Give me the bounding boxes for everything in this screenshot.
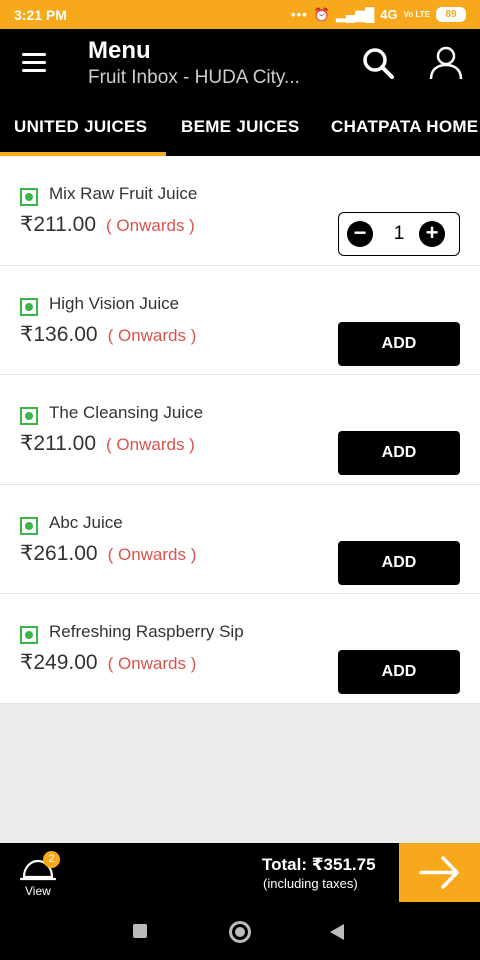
home-icon[interactable] xyxy=(229,921,251,943)
onwards-note: ( Onwards ) xyxy=(107,654,197,673)
price-value: ₹211.00 xyxy=(20,432,97,455)
quantity-value: 1 xyxy=(393,223,405,244)
add-button[interactable]: ADD xyxy=(338,540,460,585)
volte-badge: Vo LTE xyxy=(403,10,430,19)
add-button[interactable]: ADD xyxy=(338,321,460,366)
list-item: High Vision Juice ₹136.00 ( Onwards ) ADD xyxy=(0,265,480,375)
price-value: ₹211.00 xyxy=(20,213,97,236)
user-icon[interactable] xyxy=(428,45,464,81)
item-price: ₹211.00 ( Onwards ) xyxy=(20,431,195,456)
category-tabs: UNITED JUICES BEME JUICES CHATPATA HOME xyxy=(0,100,480,156)
add-button[interactable]: ADD xyxy=(338,431,460,475)
item-name: High Vision Juice xyxy=(49,293,180,313)
item-name: Mix Raw Fruit Juice xyxy=(49,184,198,203)
taxes-note: (including taxes) xyxy=(263,876,358,891)
veg-icon xyxy=(20,297,38,316)
item-name: Refreshing Raspberry Sip xyxy=(49,622,244,641)
item-name: The Cleansing Juice xyxy=(49,403,204,422)
app-bar: Menu Fruit Inbox - HUDA City... xyxy=(0,29,480,100)
price-value: ₹249.00 xyxy=(20,651,98,674)
plus-icon[interactable]: + xyxy=(419,221,445,247)
list-item: Refreshing Raspberry Sip ₹249.00 ( Onward… xyxy=(0,594,480,704)
add-button[interactable]: ADD xyxy=(338,650,460,694)
onwards-note: ( Onwards ) xyxy=(107,325,197,345)
system-nav-bar xyxy=(0,902,480,960)
list-item: Mix Raw Fruit Juice ₹211.00 ( Onwards ) −… xyxy=(0,156,480,266)
quantity-stepper: − 1 + xyxy=(338,212,460,256)
back-icon[interactable] xyxy=(330,924,344,940)
menu-icon[interactable] xyxy=(22,53,46,73)
item-name: Abc Juice xyxy=(49,512,123,532)
list-item: The Cleansing Juice ₹211.00 ( Onwards ) A… xyxy=(0,375,480,485)
onwards-note: ( Onwards ) xyxy=(106,435,195,454)
notification-dots-icon: ••• xyxy=(291,7,308,22)
item-price: ₹211.00 ( Onwards ) xyxy=(20,212,195,237)
battery-icon: 89 xyxy=(436,7,466,22)
restaurant-subtitle[interactable]: Fruit Inbox - HUDA City... xyxy=(88,67,338,89)
cart-bar: 2 View Total: ₹351.75 (including taxes) xyxy=(0,843,480,902)
network-type: 4G xyxy=(380,7,398,22)
tab-united-juices[interactable]: UNITED JUICES xyxy=(0,100,166,156)
checkout-button[interactable] xyxy=(399,843,480,902)
tab-beme-juices[interactable]: BEME JUICES xyxy=(181,100,300,156)
item-price: ₹261.00 ( Onwards ) xyxy=(20,541,196,566)
onwards-note: ( Onwards ) xyxy=(106,216,195,235)
menu-item-list: Mix Raw Fruit Juice ₹211.00 ( Onwards ) −… xyxy=(0,156,480,704)
price-value: ₹261.00 xyxy=(20,541,98,565)
search-icon[interactable] xyxy=(360,45,396,81)
arrow-right-icon xyxy=(419,856,459,889)
veg-icon xyxy=(20,626,38,644)
signal-icon: ▂▄▆█ xyxy=(335,6,375,22)
recent-apps-icon[interactable] xyxy=(133,924,147,938)
minus-icon[interactable]: − xyxy=(347,221,373,247)
status-bar: 3:21 PM ••• ⏰ ▂▄▆█ 4G Vo LTE 89 xyxy=(0,0,480,29)
status-time: 3:21 PM xyxy=(14,6,67,23)
veg-icon xyxy=(20,516,38,535)
view-label[interactable]: View xyxy=(25,884,51,898)
cart-total: Total: ₹351.75 xyxy=(262,855,376,874)
list-item: Abc Juice ₹261.00 ( Onwards ) ADD xyxy=(0,484,480,594)
cart-count-badge: 2 xyxy=(43,851,60,868)
page-title: Menu xyxy=(88,37,151,64)
status-icons: ••• ⏰ ▂▄▆█ 4G Vo LTE 89 xyxy=(291,7,466,23)
item-price: ₹136.00 ( Onwards ) xyxy=(20,322,196,347)
tab-chatpata-home[interactable]: CHATPATA HOME xyxy=(331,100,478,156)
price-value: ₹136.00 xyxy=(20,322,98,346)
veg-icon xyxy=(20,407,38,425)
alarm-icon: ⏰ xyxy=(313,6,330,22)
onwards-note: ( Onwards ) xyxy=(107,544,197,564)
veg-icon xyxy=(20,188,38,206)
item-price: ₹249.00 ( Onwards ) xyxy=(20,650,196,675)
